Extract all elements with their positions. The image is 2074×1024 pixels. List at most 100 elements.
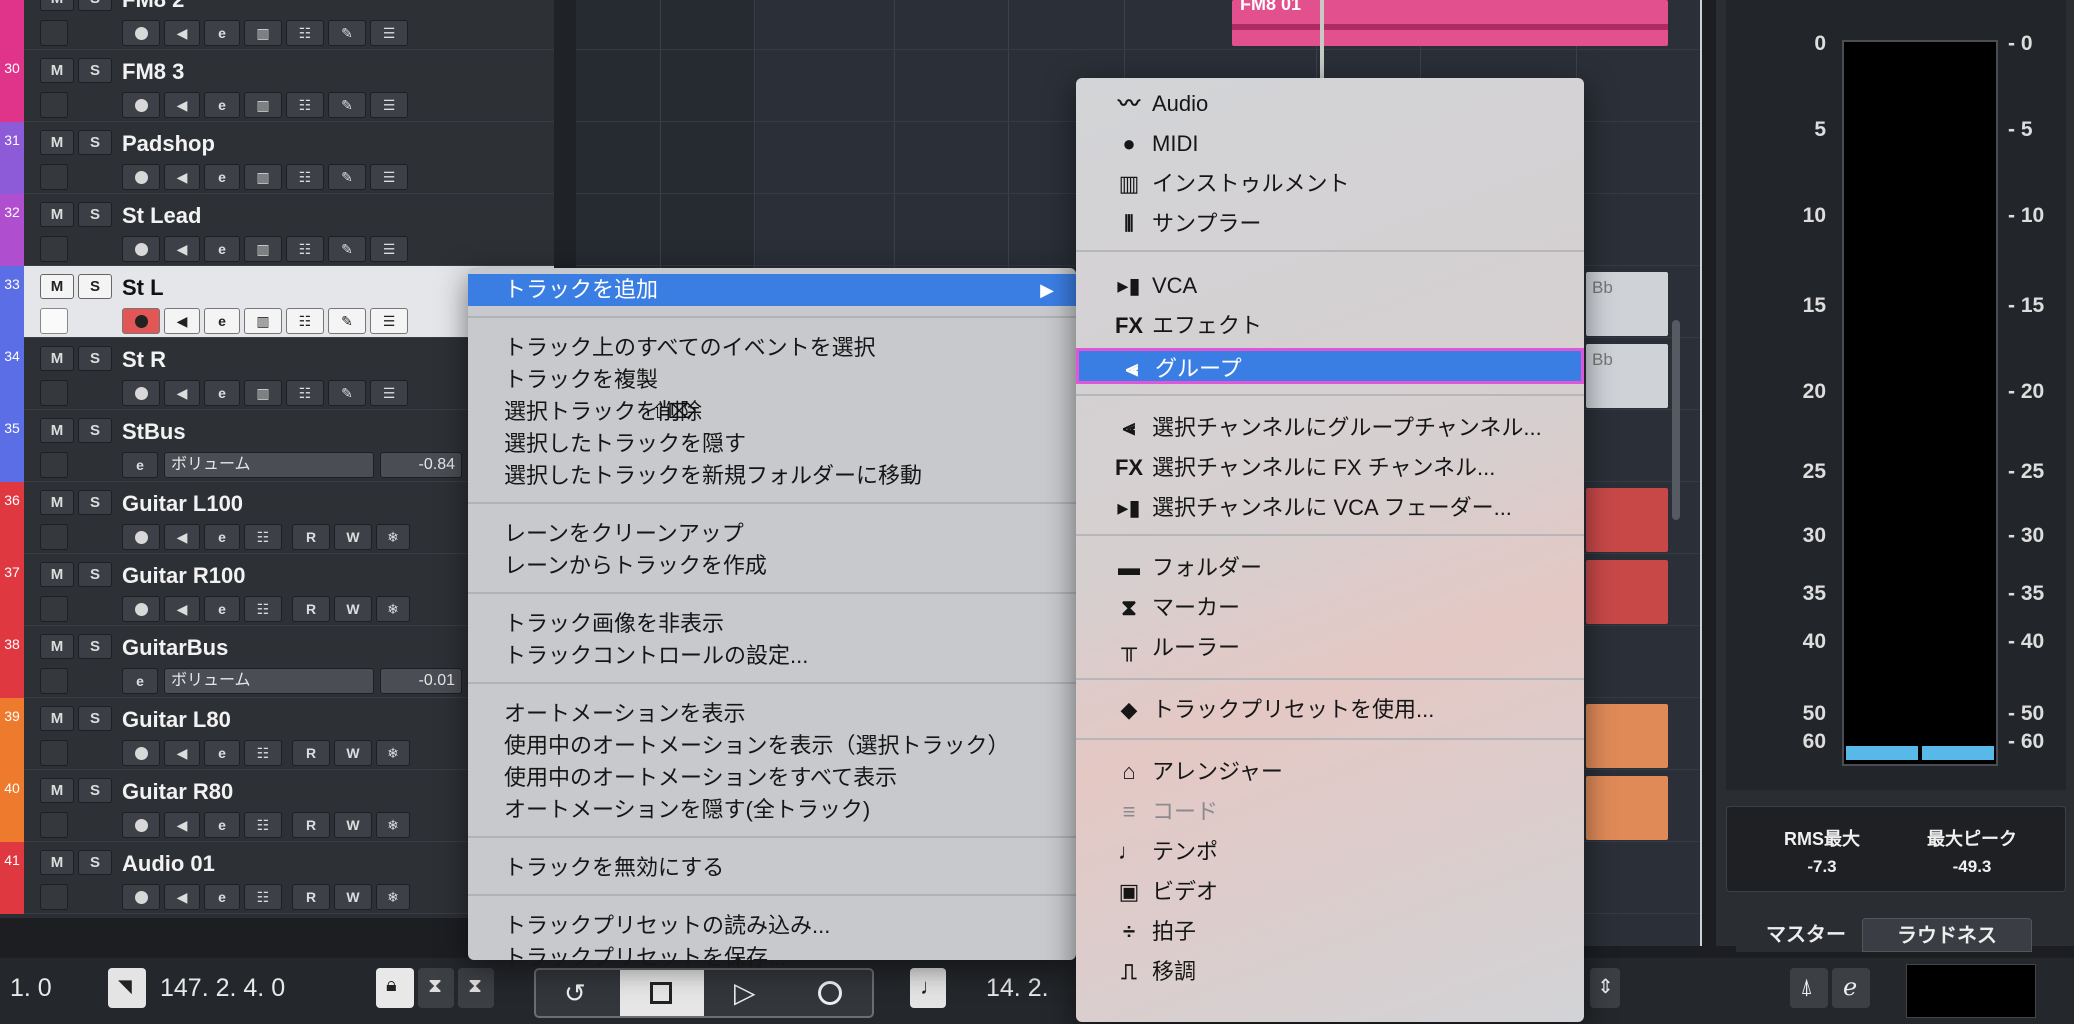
menu-item[interactable]: 使用中のオートメーションをすべて表示: [504, 762, 897, 794]
track-row[interactable]: 31 M S Padshop ◀ e ▥ ☷ ✎ ☰: [0, 122, 576, 194]
pencil-button[interactable]: ✎: [328, 380, 366, 406]
edit-channel-button[interactable]: e: [204, 308, 240, 334]
freeze-button[interactable]: ❄: [376, 596, 410, 622]
menu-item-add-track[interactable]: トラックを追加 ▶: [468, 274, 1076, 306]
record-enable-button[interactable]: [122, 812, 160, 838]
freeze-button[interactable]: ❄: [376, 884, 410, 910]
menu-item[interactable]: オートメーションを隠す(全トラック): [504, 794, 870, 826]
monitor-button[interactable]: ◀: [164, 164, 200, 190]
track-select-box[interactable]: [40, 164, 68, 190]
monitor-button[interactable]: ◀: [164, 308, 200, 334]
edit-channel-button[interactable]: e: [204, 20, 240, 46]
mute-button[interactable]: M: [40, 778, 74, 803]
lanes-button[interactable]: ☷: [286, 20, 324, 46]
track-row[interactable]: 30 M S FM8 3 ◀ e ▥ ☷ ✎ ☰: [0, 50, 576, 122]
monitor-button[interactable]: ◀: [164, 524, 200, 550]
lanes-button[interactable]: ☷: [244, 524, 282, 550]
edit-button[interactable]: ℯ: [1832, 968, 1870, 1008]
freeze-button[interactable]: ❄: [376, 812, 410, 838]
metronome-button[interactable]: ♩: [910, 968, 946, 1008]
pencil-button[interactable]: ✎: [328, 164, 366, 190]
solo-button[interactable]: S: [78, 706, 112, 731]
lanes-button[interactable]: ☷: [244, 884, 282, 910]
solo-button[interactable]: S: [78, 850, 112, 875]
solo-button[interactable]: S: [78, 562, 112, 587]
stop-button[interactable]: [620, 970, 704, 1016]
solo-button[interactable]: S: [78, 490, 112, 515]
instrument-button[interactable]: ▥: [244, 20, 282, 46]
tab-loudness[interactable]: ラウドネス: [1862, 918, 2032, 952]
audio-event-guitar-l100[interactable]: [1586, 488, 1668, 552]
lanes-button[interactable]: ☷: [286, 236, 324, 262]
menu-item[interactable]: トラック画像を非表示: [504, 608, 724, 640]
pencil-button[interactable]: ✎: [328, 92, 366, 118]
instrument-button[interactable]: ▥: [244, 92, 282, 118]
record-enable-button[interactable]: [122, 236, 160, 262]
click-button[interactable]: ⍋: [1790, 968, 1828, 1008]
track-row[interactable]: 32 M S St Lead ◀ e ▥ ☷ ✎ ☰: [0, 194, 576, 266]
pencil-button[interactable]: ✎: [328, 20, 366, 46]
lanes-button[interactable]: ☷: [286, 308, 324, 334]
track-select-box[interactable]: [40, 740, 68, 766]
write-automation-button[interactable]: W: [334, 812, 372, 838]
lanes-button[interactable]: ☷: [286, 92, 324, 118]
solo-button[interactable]: S: [78, 130, 112, 155]
editor-button[interactable]: ☰: [370, 380, 408, 406]
edit-channel-button[interactable]: e: [204, 884, 240, 910]
mute-button[interactable]: M: [40, 490, 74, 515]
menu-item[interactable]: オートメーションを表示: [504, 698, 746, 730]
play-button[interactable]: ▷: [704, 970, 788, 1016]
editor-button[interactable]: ☰: [370, 236, 408, 262]
menu-item[interactable]: 選択したトラックを新規フォルダーに移動: [504, 460, 922, 492]
audio-event-guitar-l80[interactable]: [1586, 704, 1668, 768]
track-select-box[interactable]: [40, 812, 68, 838]
audio-event-guitar-r80[interactable]: [1586, 776, 1668, 840]
midi-event-fm8[interactable]: FM8 01: [1232, 0, 1668, 46]
track-select-box[interactable]: [40, 92, 68, 118]
edit-channel-button[interactable]: e: [204, 596, 240, 622]
track-select-box[interactable]: [40, 596, 68, 622]
edit-channel-button[interactable]: e: [122, 452, 158, 478]
track-select-box[interactable]: [40, 884, 68, 910]
tempo-stepper[interactable]: ⇕: [1590, 968, 1620, 1008]
solo-button[interactable]: S: [78, 778, 112, 803]
read-automation-button[interactable]: R: [292, 524, 330, 550]
marker-flag-button[interactable]: ◥: [108, 968, 146, 1008]
lanes-button[interactable]: ☷: [244, 812, 282, 838]
monitor-button[interactable]: ◀: [164, 596, 200, 622]
submenu-item-group[interactable]: ⫷ グループ: [1076, 348, 1584, 384]
edit-channel-button[interactable]: e: [204, 236, 240, 262]
editor-button[interactable]: ☰: [370, 308, 408, 334]
menu-item[interactable]: トラックプリセットを保存...: [504, 942, 786, 974]
freeze-button[interactable]: ❄: [376, 524, 410, 550]
solo-button[interactable]: S: [78, 634, 112, 659]
editor-button[interactable]: ☰: [370, 164, 408, 190]
chord-event-2[interactable]: Bb: [1586, 344, 1668, 408]
track-select-box[interactable]: [40, 668, 68, 694]
record-enable-button[interactable]: [122, 92, 160, 118]
monitor-button[interactable]: ◀: [164, 740, 200, 766]
editor-button[interactable]: ☰: [370, 92, 408, 118]
edit-channel-button[interactable]: e: [204, 164, 240, 190]
mute-button[interactable]: M: [40, 562, 74, 587]
instrument-button[interactable]: ▥: [244, 236, 282, 262]
menu-item[interactable]: トラックを複製: [504, 364, 658, 396]
left-locator-field[interactable]: 1. 0: [10, 966, 110, 1010]
mute-button[interactable]: M: [40, 346, 74, 371]
vertical-scrollbar[interactable]: [1672, 320, 1680, 520]
monitor-button[interactable]: ◀: [164, 236, 200, 262]
edit-channel-button[interactable]: e: [204, 380, 240, 406]
playhead-cursor[interactable]: [1320, 0, 1324, 80]
write-automation-button[interactable]: W: [334, 596, 372, 622]
mute-button[interactable]: M: [40, 58, 74, 83]
edit-channel-button[interactable]: e: [204, 740, 240, 766]
mute-button[interactable]: M: [40, 202, 74, 227]
solo-button[interactable]: S: [78, 202, 112, 227]
track-select-box[interactable]: [40, 380, 68, 406]
menu-item[interactable]: 選択トラックを削除 ⇧⌦: [504, 396, 702, 428]
record-enable-button[interactable]: [122, 740, 160, 766]
read-automation-button[interactable]: R: [292, 812, 330, 838]
edit-channel-button[interactable]: e: [204, 524, 240, 550]
write-automation-button[interactable]: W: [334, 884, 372, 910]
monitor-button[interactable]: ◀: [164, 20, 200, 46]
